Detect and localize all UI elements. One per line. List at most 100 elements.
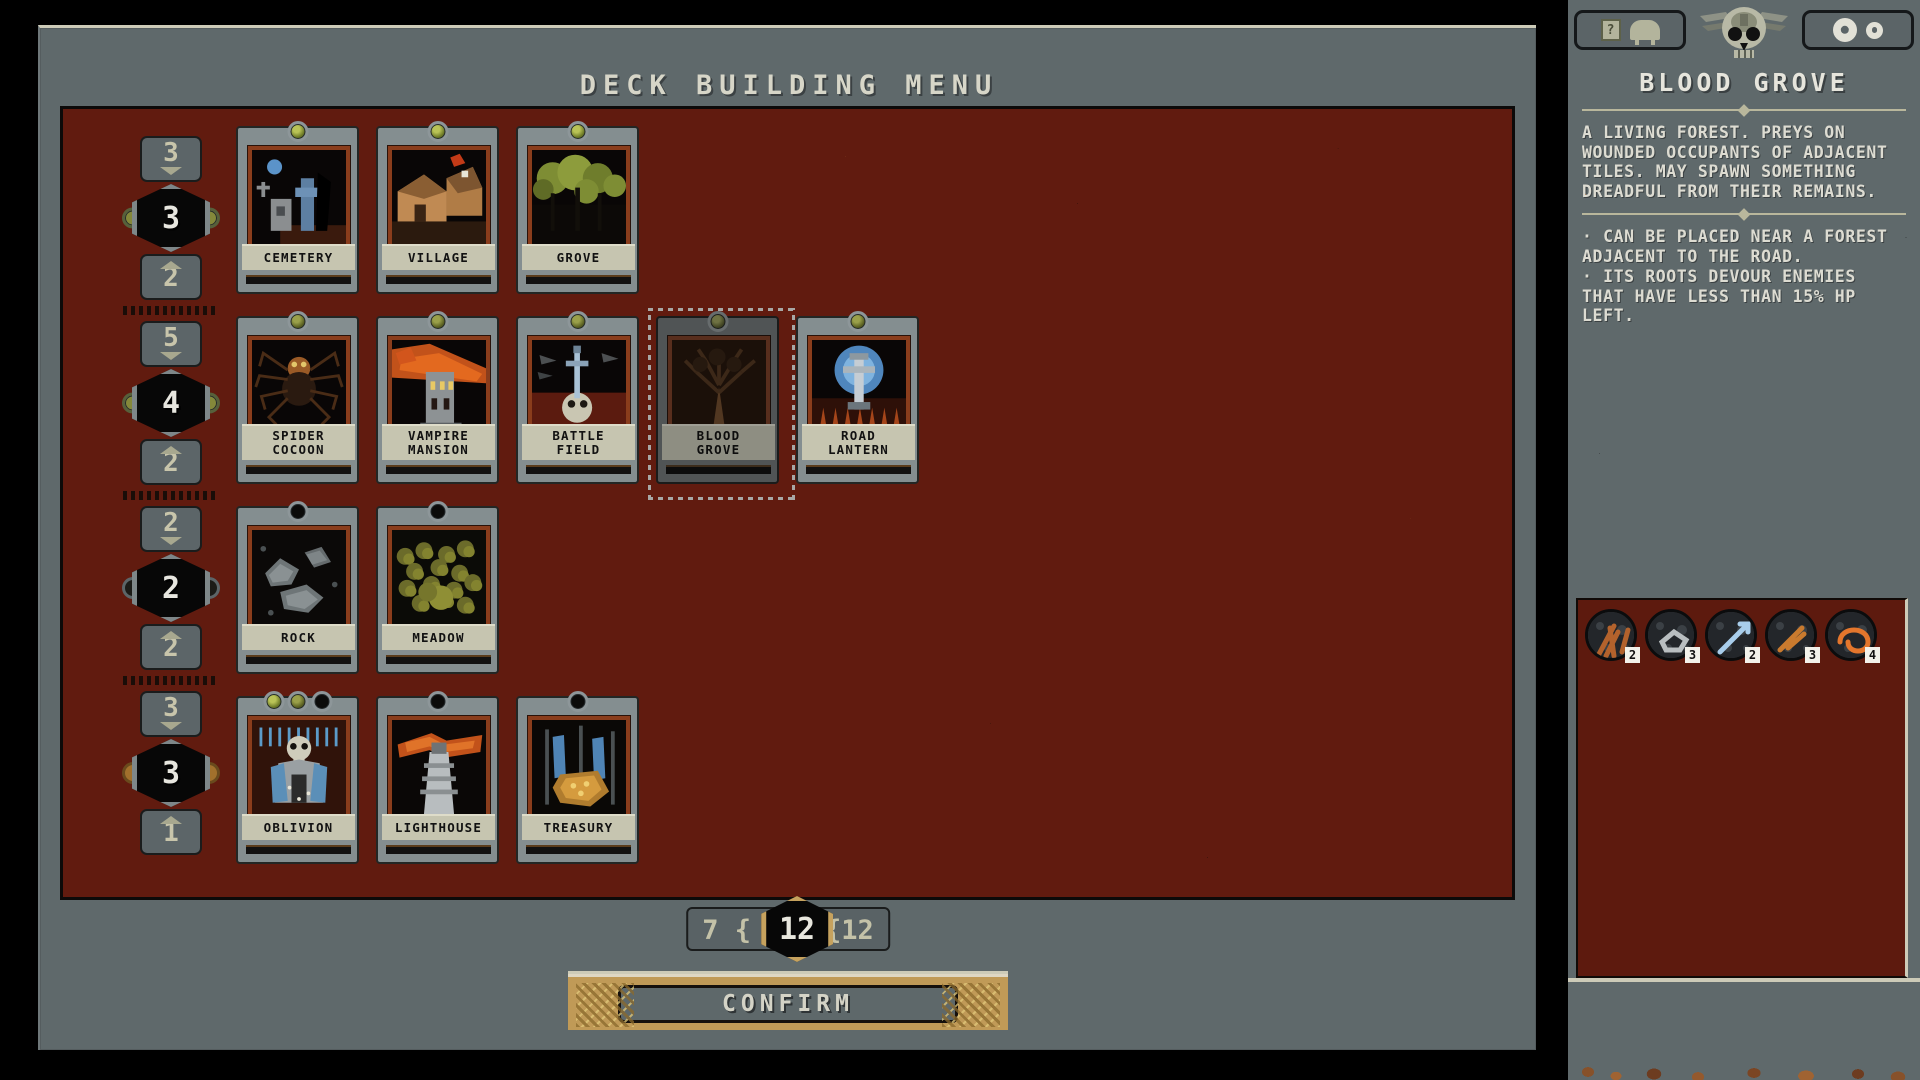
card-grove[interactable]: GROVE <box>516 121 639 294</box>
card-name-line1: BLOOD <box>696 428 741 443</box>
gem-olive-icon <box>707 311 728 332</box>
card-description: A LIVING FOREST. PREYS ON WOUNDED OCCUPA… <box>1582 123 1888 201</box>
card-name-line1: OBLIVION <box>263 820 334 835</box>
deck-item[interactable]: 3 <box>1645 609 1700 663</box>
card-name-line1: BATTLE <box>552 428 605 443</box>
card-battle-field[interactable]: BATTLE FIELD <box>516 311 639 484</box>
card-lighthouse[interactable]: LIGHTHOUSE <box>376 691 499 864</box>
cost-step-up[interactable]: 2 <box>140 506 202 552</box>
card-row: OBLIVION LIGHTHOUSE TREASURY <box>236 691 1296 866</box>
cost-value-selector[interactable]: 3 <box>115 180 227 256</box>
card-cemetery[interactable]: CEMETERY <box>236 121 359 294</box>
gear-icon <box>1833 18 1857 42</box>
card-art-frame <box>387 335 491 435</box>
card-name-line1: VAMPIRE <box>407 428 470 443</box>
card-nameplate: LIGHTHOUSE <box>382 814 495 840</box>
card-nameplate: BATTLE FIELD <box>522 424 635 460</box>
card-treasury[interactable]: TREASURY <box>516 691 639 864</box>
oblivion-artwork-icon <box>252 720 346 814</box>
cost-step-down[interactable]: 2 <box>140 624 202 670</box>
cost-value-selector[interactable]: 2 <box>115 550 227 626</box>
deck-item[interactable]: 2 <box>1705 609 1760 663</box>
card-name-line1: TREASURY <box>543 820 614 835</box>
sidebar-toolbar: ? <box>1568 0 1920 62</box>
gem-olive-icon <box>287 311 308 332</box>
card-art-frame <box>387 145 491 245</box>
card-nameplate: VILLAGE <box>382 244 495 270</box>
cost-value: 2 <box>132 554 210 622</box>
card-gem-slots <box>427 311 448 332</box>
treasury-artwork-icon <box>532 720 626 814</box>
info-sidebar: ? BLOOD GROVE A LIVING FOREST. PREYS ON … <box>1568 0 1920 1080</box>
chevron-up-icon <box>160 816 182 824</box>
deck-preview-panel: 2 3 2 3 4 <box>1576 598 1908 978</box>
cost-value-selector[interactable]: 3 <box>115 735 227 811</box>
deck-item-count: 3 <box>1805 647 1820 663</box>
chevron-up-icon <box>160 261 182 269</box>
cost-step-up[interactable]: 3 <box>140 136 202 182</box>
card-effects: · CAN BE PLACED NEAR A FOREST ADJACENT T… <box>1568 227 1920 326</box>
card-name-line1: ROAD <box>841 428 876 443</box>
cost-step-up[interactable]: 3 <box>140 691 202 737</box>
card-art-frame <box>807 335 911 435</box>
card-art-frame <box>527 335 631 435</box>
card-name-line2: FIELD <box>556 442 601 457</box>
ornament-left-icon <box>576 983 634 1027</box>
gem-green-icon <box>287 121 308 142</box>
village-artwork-icon <box>392 150 486 244</box>
grove-artwork-icon <box>532 150 626 244</box>
card-footer-bar <box>246 275 351 284</box>
selected-card-title: BLOOD GROVE <box>1639 68 1849 97</box>
rail-separator <box>123 491 219 500</box>
gear-small-icon <box>1866 21 1883 39</box>
ornament-right-icon <box>942 983 1000 1027</box>
card-gem-slots <box>427 501 448 522</box>
deck-building-window: DECK BUILDING MENU 332542222331 CEMETERY… <box>38 25 1536 1050</box>
bestiary-button[interactable]: ? <box>1574 10 1686 50</box>
rubble-decoration-icon <box>1568 1020 1920 1080</box>
cost-value-selector[interactable]: 4 <box>115 365 227 441</box>
card-road-lantern[interactable]: ROAD LANTERN <box>796 311 919 484</box>
card-vampire-mansion[interactable]: VAMPIRE MANSION <box>376 311 499 484</box>
card-spider-cocoon[interactable]: SPIDER COCOON <box>236 311 359 484</box>
card-rock[interactable]: ROCK <box>236 501 359 674</box>
gem-empty-icon <box>567 691 588 712</box>
card-gem-slots <box>287 311 308 332</box>
sidebar-footer <box>1568 978 1920 1080</box>
card-effect-line: · ITS ROOTS DEVOUR ENEMIES THAT HAVE LES… <box>1582 267 1856 325</box>
chevron-up-icon <box>160 446 182 454</box>
card-nameplate: CEMETERY <box>242 244 355 270</box>
card-footer-bar <box>806 465 911 474</box>
card-nameplate: TREASURY <box>522 814 635 840</box>
gem-empty-icon <box>287 501 308 522</box>
cost-step-down[interactable]: 2 <box>140 439 202 485</box>
card-name-line1: SPIDER <box>272 428 325 443</box>
deck-item[interactable]: 4 <box>1825 609 1880 663</box>
cost-step-down[interactable]: 1 <box>140 809 202 855</box>
lantern-artwork-icon <box>812 340 906 434</box>
gem-green-icon <box>263 691 284 712</box>
card-village[interactable]: VILLAGE <box>376 121 499 294</box>
gem-empty-icon <box>311 691 332 712</box>
gem-green-icon <box>567 121 588 142</box>
card-name-line1: ROCK <box>281 630 316 645</box>
book-icon: ? <box>1600 19 1621 41</box>
confirm-button[interactable]: CONFIRM <box>618 984 958 1023</box>
settings-button[interactable] <box>1802 10 1914 50</box>
cost-step-up[interactable]: 5 <box>140 321 202 367</box>
card-oblivion[interactable]: OBLIVION <box>236 691 359 864</box>
deck-item-count: 3 <box>1685 647 1700 663</box>
card-row: CEMETERY VILLAGE GROVE <box>236 121 1296 296</box>
divider-top <box>1582 106 1906 114</box>
mansion-artwork-icon <box>392 340 486 434</box>
card-art-frame <box>247 715 351 815</box>
deck-item[interactable]: 3 <box>1765 609 1820 663</box>
gem-olive-icon <box>287 691 308 712</box>
card-blood-grove[interactable]: BLOOD GROVE <box>648 308 795 500</box>
cost-step-down[interactable]: 2 <box>140 254 202 300</box>
card-name-line1: GROVE <box>556 250 601 265</box>
card-meadow[interactable]: MEADOW <box>376 501 499 674</box>
deck-item[interactable]: 2 <box>1585 609 1640 663</box>
game-screen: DECK BUILDING MENU 332542222331 CEMETERY… <box>0 0 1920 1080</box>
lighthouse-artwork-icon <box>392 720 486 814</box>
